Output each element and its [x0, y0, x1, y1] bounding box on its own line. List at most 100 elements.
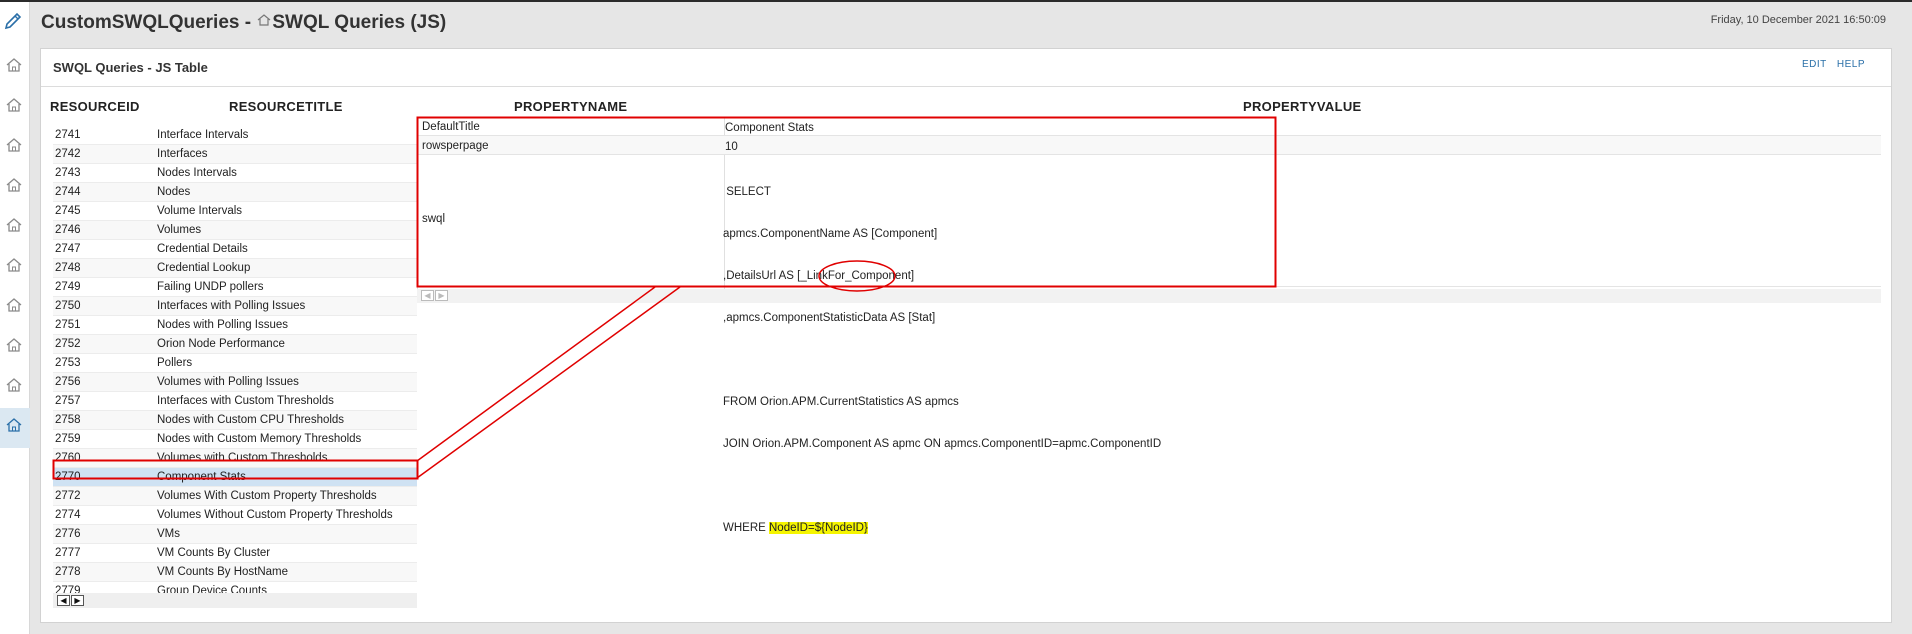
table-row[interactable]: 2749 Failing UNDP pollers — [53, 278, 417, 297]
query-blank-line — [723, 479, 1161, 493]
home-icon[interactable] — [5, 376, 23, 394]
scroll-right-arrow-icon[interactable]: ▶ — [71, 595, 84, 606]
query-line: apmcs.ComponentName AS [Component] — [723, 228, 938, 240]
query-line: SELECT — [723, 186, 771, 198]
resource-title: Interfaces with Custom Thresholds — [157, 395, 334, 407]
resource-title: Orion Node Performance — [157, 338, 285, 350]
resource-table: 2741 Interface Intervals 2742 Interfaces 274… — [53, 126, 417, 601]
query-line: JOIN Orion.APM.Component AS apmc ON apmc… — [723, 438, 1162, 450]
resource-title: VM Counts By HostName — [157, 566, 289, 578]
property-row[interactable]: DefaultTitle Component Stats — [417, 117, 1881, 136]
home-icon[interactable] — [5, 416, 23, 434]
table-row[interactable]: 2759 Nodes with Custom Memory Thresholds — [53, 430, 417, 449]
property-row[interactable]: rowsperpage 10 — [417, 136, 1881, 155]
table-row[interactable]: 2757 Interfaces with Custom Thresholds — [53, 392, 417, 411]
page-title: CustomSWQLQueries - SWQL Queries (JS) — [41, 12, 446, 34]
resource-title: Interfaces with Polling Issues — [157, 300, 306, 312]
home-icon[interactable] — [5, 336, 23, 354]
resource-id: 2770 — [55, 471, 81, 483]
column-header-resourcetitle[interactable]: RESOURCETITLE — [229, 99, 343, 114]
column-header-propertyvalue[interactable]: PROPERTYVALUE — [1243, 99, 1362, 114]
home-icon[interactable] — [5, 136, 23, 154]
table-row[interactable]: 2772 Volumes With Custom Property Thresho… — [53, 487, 417, 506]
property-row[interactable]: swql SELECT apmcs.ComponentName AS [Comp… — [417, 155, 1881, 534]
resource-id: 2776 — [55, 528, 81, 540]
resource-title: Volumes Without Custom Property Threshol… — [157, 509, 393, 521]
table-row[interactable]: 2744 Nodes — [53, 183, 417, 202]
help-link[interactable]: HELP — [1837, 59, 1865, 70]
table-row[interactable]: 2758 Nodes with Custom CPU Thresholds — [53, 411, 417, 430]
scroll-left-arrow-icon[interactable]: ◀ — [57, 595, 70, 606]
resource-title: Nodes with Custom CPU Thresholds — [157, 414, 345, 426]
table-row[interactable]: 2750 Interfaces with Polling Issues — [53, 297, 417, 316]
resource-id: 2745 — [55, 205, 81, 217]
table-row[interactable]: 2742 Interfaces — [53, 145, 417, 164]
resource-title: Nodes with Custom Memory Thresholds — [157, 433, 362, 445]
query-line: ,apmcs.ComponentStatisticData AS [Stat] — [723, 312, 936, 324]
page-name: SWQL Queries (JS) — [272, 12, 447, 33]
table-row[interactable]: 2746 Volumes — [53, 221, 417, 240]
resource-title: Volume Intervals — [157, 205, 243, 217]
table-row[interactable]: 2747 Credential Details — [53, 240, 417, 259]
table-row[interactable]: 2776 VMs — [53, 525, 417, 544]
table-row[interactable]: 2770 Component Stats — [53, 468, 417, 487]
query-where-line: WHERE NodeID=${NodeID} — [723, 521, 1161, 535]
property-name: DefaultTitle — [422, 121, 480, 133]
where-field-highlight: NodeID= — [769, 522, 815, 534]
home-icon[interactable] — [5, 96, 23, 114]
resource-id: 2750 — [55, 300, 81, 312]
table-row[interactable]: 2753 Pollers — [53, 354, 417, 373]
resource-title: Credential Lookup — [157, 262, 251, 274]
table-row[interactable]: 2774 Volumes Without Custom Property Thre… — [53, 506, 417, 525]
table-row[interactable]: 2741 Interface Intervals — [53, 126, 417, 145]
resource-title: Volumes with Custom Thresholds — [157, 452, 328, 464]
resource-id: 2778 — [55, 566, 81, 578]
resource-id: 2743 — [55, 167, 81, 179]
where-keyword: WHERE — [723, 522, 769, 534]
column-header-propertyname[interactable]: PROPERTYNAME — [514, 99, 627, 114]
swql-query-value: SELECT apmcs.ComponentName AS [Component… — [723, 157, 1161, 563]
table-row[interactable]: 2777 VM Counts By Cluster — [53, 544, 417, 563]
edit-link[interactable]: EDIT — [1802, 59, 1827, 70]
resource-title: Failing UNDP pollers — [157, 281, 264, 293]
table-row[interactable]: 2743 Nodes Intervals — [53, 164, 417, 183]
home-icon[interactable] — [5, 296, 23, 314]
resource-id: 2759 — [55, 433, 81, 445]
table-row[interactable]: 2748 Credential Lookup — [53, 259, 417, 278]
home-icon[interactable] — [5, 176, 23, 194]
resource-title: VMs — [157, 528, 180, 540]
table-row[interactable]: 2760 Volumes with Custom Thresholds — [53, 449, 417, 468]
right-table-scrollbar[interactable]: ◀ ▶ — [417, 289, 1881, 303]
home-icon[interactable] — [5, 216, 23, 234]
edit-pencil-icon[interactable] — [2, 10, 24, 32]
home-icon[interactable] — [5, 56, 23, 74]
resource-id: 2757 — [55, 395, 81, 407]
query-blank-line — [723, 353, 1161, 367]
property-name: swql — [422, 213, 446, 225]
table-row[interactable]: 2751 Nodes with Polling Issues — [53, 316, 417, 335]
resource-title: Interface Intervals — [157, 129, 249, 141]
column-header-resourceid[interactable]: RESOURCEID — [50, 99, 140, 114]
table-row[interactable]: 2752 Orion Node Performance — [53, 335, 417, 354]
app-name: CustomSWQLQueries - — [41, 12, 252, 33]
home-icon[interactable] — [5, 256, 23, 274]
panel-title: SWQL Queries - JS Table — [53, 60, 208, 75]
resource-id: 2746 — [55, 224, 81, 236]
resource-title: Pollers — [157, 357, 193, 369]
resource-title: Nodes — [157, 186, 191, 198]
window-top-border — [0, 0, 1912, 2]
scroll-left-arrow-icon[interactable]: ◀ — [421, 290, 434, 301]
resource-id: 2777 — [55, 547, 81, 559]
query-line: FROM Orion.APM.CurrentStatistics AS apmc… — [723, 396, 959, 408]
resource-title: Interfaces — [157, 148, 208, 160]
resource-id: 2774 — [55, 509, 81, 521]
scroll-right-arrow-icon[interactable]: ▶ — [435, 290, 448, 301]
table-row[interactable]: 2745 Volume Intervals — [53, 202, 417, 221]
table-row[interactable]: 2778 VM Counts By HostName — [53, 563, 417, 582]
property-value: 10 — [725, 141, 738, 153]
resource-id: 2758 — [55, 414, 81, 426]
resource-id: 2749 — [55, 281, 81, 293]
left-table-scrollbar[interactable]: ◀ ▶ — [53, 593, 417, 608]
resource-id: 2747 — [55, 243, 81, 255]
table-row[interactable]: 2756 Volumes with Polling Issues — [53, 373, 417, 392]
